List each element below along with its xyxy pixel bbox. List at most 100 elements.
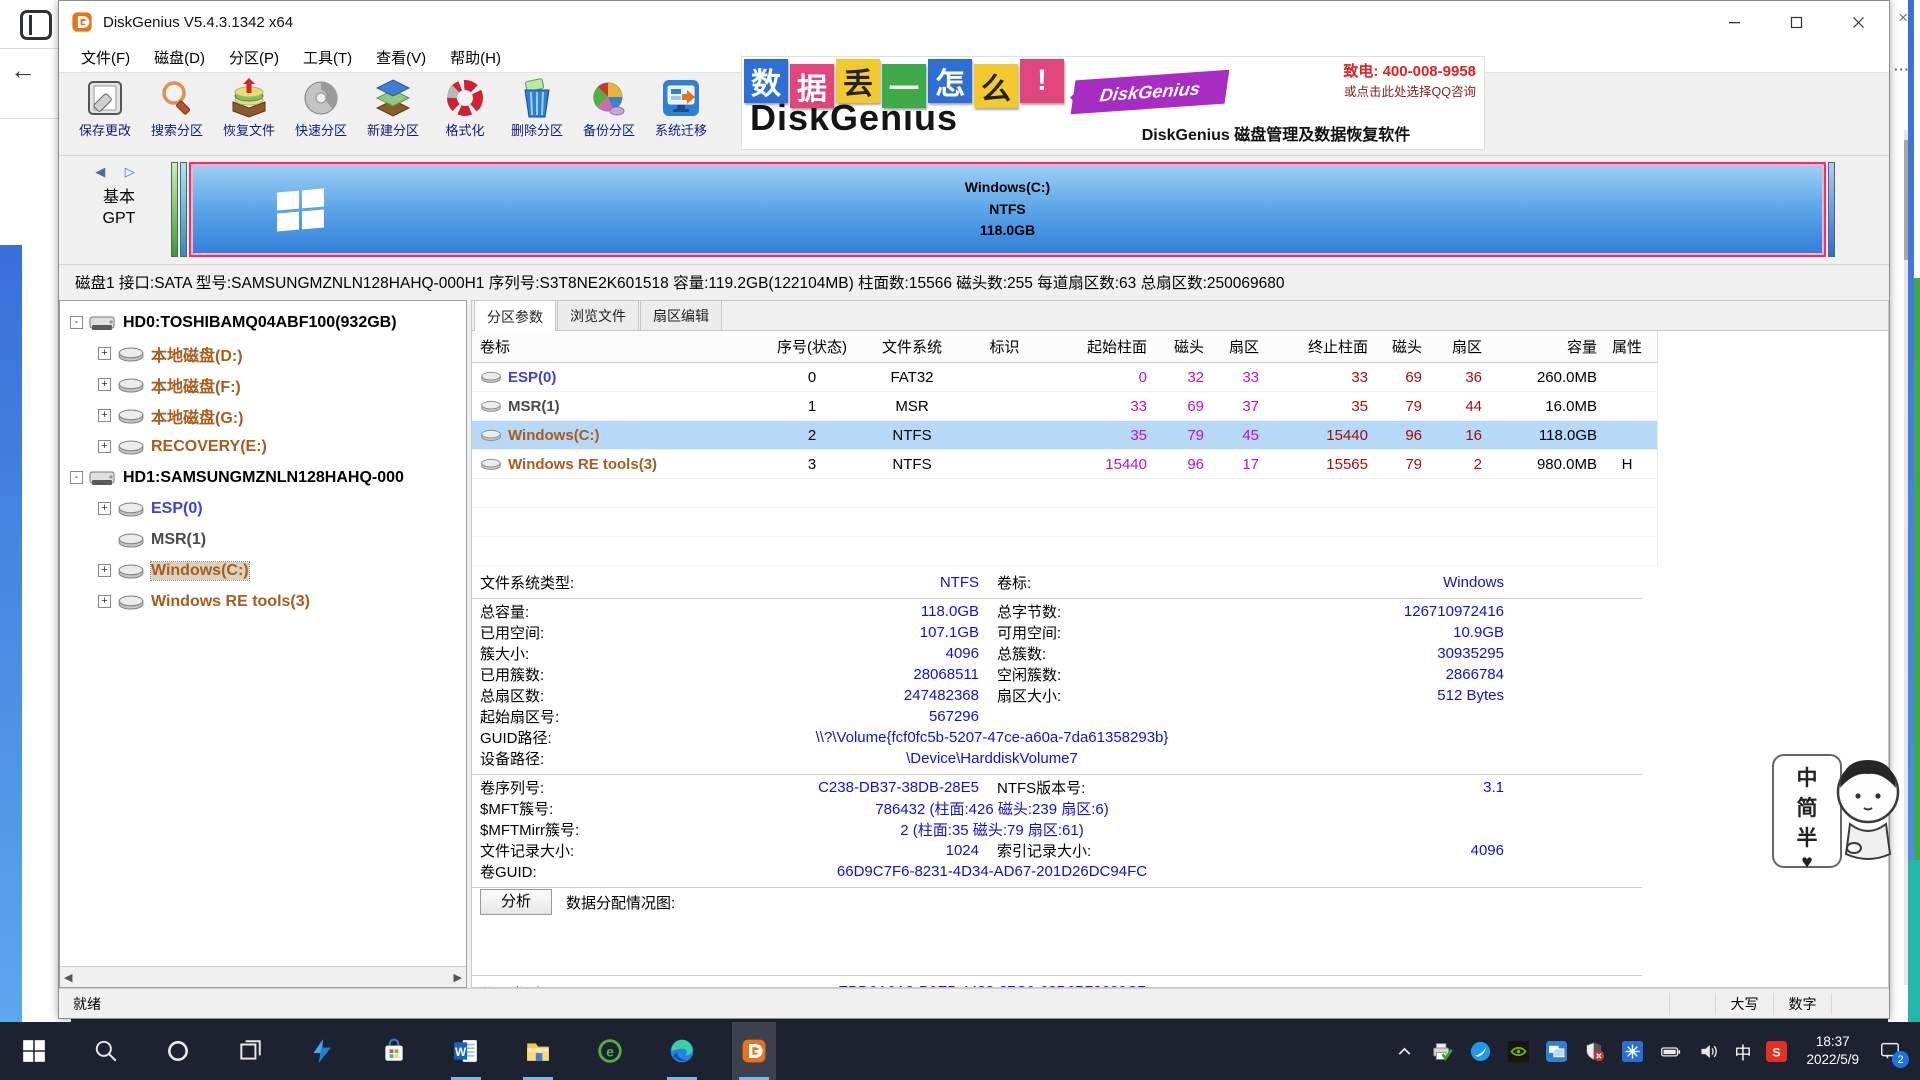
tab[interactable]: 分区参数: [474, 300, 556, 331]
expand-toggle-icon[interactable]: +: [98, 502, 111, 515]
taskbar-app-button[interactable]: e: [588, 1022, 632, 1080]
column-header[interactable]: 文件系统: [872, 336, 952, 357]
toolbar-button[interactable]: 删除分区: [501, 73, 573, 155]
tray-icon[interactable]: [1544, 1039, 1569, 1064]
tray-icon[interactable]: [1430, 1039, 1455, 1064]
disk-tree: - HD0:TOSHIBAMQ04ABF100(932GB) + 本地磁盘(D:…: [60, 301, 466, 617]
expand-toggle-icon[interactable]: +: [98, 595, 111, 608]
toolbar-button[interactable]: 备份分区: [573, 73, 645, 155]
menu-item[interactable]: 帮助(H): [438, 47, 513, 68]
column-header[interactable]: 属性: [1597, 336, 1657, 357]
toolbar-button[interactable]: 恢复文件: [213, 73, 285, 155]
back-arrow-icon[interactable]: ←: [10, 55, 36, 86]
tab[interactable]: 扇区编辑: [640, 300, 722, 330]
detail-row: 总扇区数: 247482368 扇区大小: 512 Bytes: [472, 685, 1642, 706]
scroll-right-icon[interactable]: ▶: [454, 971, 462, 984]
detail-label: 可用空间:: [997, 622, 1147, 643]
sogou-icon[interactable]: S: [1764, 1039, 1789, 1064]
tree-item[interactable]: + 本地磁盘(G:): [60, 400, 466, 431]
partition-segment-windows-c[interactable]: Windows(C:) NTFS 118.0GB: [189, 162, 1826, 257]
tree-item[interactable]: MSR(1): [60, 524, 466, 555]
partition-row[interactable]: MSR(1) 1 MSR 33 69 37 35 79 44 16.0MB: [472, 392, 1658, 421]
toolbar-button[interactable]: 搜索分区: [141, 73, 213, 155]
toolbar-button[interactable]: 新建分区: [357, 73, 429, 155]
horizontal-scrollbar[interactable]: ◀ ▶: [60, 966, 466, 987]
taskbar-app-button[interactable]: [300, 1022, 344, 1080]
taskbar-app-button[interactable]: [732, 1022, 776, 1080]
partition-row[interactable]: Windows(C:) 2 NTFS 35 79 45 15440 96 16 …: [472, 421, 1658, 450]
banner-qq-link[interactable]: 或点击此处选择QQ咨询: [1344, 81, 1476, 100]
window-control-button[interactable]: [1827, 1, 1889, 43]
expand-toggle-icon[interactable]: +: [98, 409, 111, 422]
tray-icon[interactable]: [1582, 1039, 1607, 1064]
taskbar-app-button[interactable]: [372, 1022, 416, 1080]
window-control-button[interactable]: [1765, 1, 1827, 43]
tray-icon[interactable]: [1658, 1039, 1683, 1064]
menu-item[interactable]: 分区(P): [217, 47, 291, 68]
taskbar-app-button[interactable]: [516, 1022, 560, 1080]
taskbar-app-button[interactable]: [84, 1022, 128, 1080]
ime-language-indicator[interactable]: 中: [1734, 1039, 1751, 1064]
tray-icon[interactable]: [1468, 1039, 1493, 1064]
toolbar-button[interactable]: 系统迁移: [645, 73, 717, 155]
promo-banner[interactable]: DiskGenius 数据丢一怎么! DiskGenius 致电: 400-00…: [741, 56, 1485, 150]
detail-row: 卷序列号: C238-DB37-38DB-28E5 NTFS版本号: 3.1: [472, 777, 1642, 798]
column-header[interactable]: 起始柱面: [1057, 336, 1147, 357]
tray-icon[interactable]: [1392, 1039, 1417, 1064]
tree-item[interactable]: + ESP(0): [60, 493, 466, 524]
taskbar-app-button[interactable]: [12, 1022, 56, 1080]
banner-phone: 致电: 400-008-9958: [1343, 60, 1476, 81]
column-header[interactable]: 扇区: [1204, 336, 1259, 357]
tree-item[interactable]: + 本地磁盘(D:): [60, 338, 466, 369]
taskbar-app-button[interactable]: [228, 1022, 272, 1080]
tray-icon[interactable]: [1620, 1039, 1645, 1064]
column-header[interactable]: 磁头: [1147, 336, 1204, 357]
taskbar-clock[interactable]: 18:37 2022/5/9: [1806, 1033, 1859, 1069]
expand-toggle-icon[interactable]: -: [70, 471, 83, 484]
toolbar-button[interactable]: 保存更改: [69, 73, 141, 155]
partition-segment-msr[interactable]: [180, 162, 187, 257]
expand-toggle-icon[interactable]: +: [98, 378, 111, 391]
expand-toggle-icon[interactable]: +: [98, 564, 111, 577]
tree-item[interactable]: - HD0:TOSHIBAMQ04ABF100(932GB): [60, 307, 466, 338]
menu-item[interactable]: 查看(V): [364, 47, 438, 68]
close-icon[interactable]: ×: [1898, 8, 1908, 28]
column-header[interactable]: 扇区: [1422, 336, 1482, 357]
column-header[interactable]: 磁头: [1368, 336, 1422, 357]
expand-toggle-icon[interactable]: +: [98, 440, 111, 453]
window-control-button[interactable]: [1703, 1, 1765, 43]
tree-item[interactable]: + RECOVERY(E:): [60, 431, 466, 462]
toolbar-button[interactable]: 快速分区: [285, 73, 357, 155]
taskbar-app-button[interactable]: [660, 1022, 704, 1080]
menu-item[interactable]: 文件(F): [69, 47, 142, 68]
scroll-left-icon[interactable]: ◀: [64, 971, 72, 984]
expand-toggle-icon[interactable]: -: [70, 316, 83, 329]
tree-item[interactable]: + 本地磁盘(F:): [60, 369, 466, 400]
menu-item[interactable]: 工具(T): [291, 47, 364, 68]
column-header[interactable]: 终止柱面: [1259, 336, 1368, 357]
column-header[interactable]: 序号(状态): [752, 336, 872, 357]
partition-row[interactable]: Windows RE tools(3) 3 NTFS 15440 96 17 1…: [472, 450, 1658, 479]
column-header[interactable]: 卷标: [472, 336, 752, 357]
expand-toggle-icon[interactable]: +: [98, 347, 111, 360]
tree-item[interactable]: - HD1:SAMSUNGMZNLN128HAHQ-000: [60, 462, 466, 493]
toolbar-button[interactable]: 格式化: [429, 73, 501, 155]
partition-segment-re-tools[interactable]: [1828, 162, 1835, 257]
disk-nav-arrows-icon[interactable]: ◀ ▷: [77, 164, 161, 180]
column-header[interactable]: 标识: [952, 336, 1057, 357]
partition-row[interactable]: ESP(0) 0 FAT32 0 32 33 33 69 36 260.0MB: [472, 363, 1658, 392]
taskbar-app-button[interactable]: [156, 1022, 200, 1080]
tray-icon[interactable]: [1506, 1039, 1531, 1064]
toolbar-button-label: 恢复文件: [223, 120, 275, 139]
tray-icon[interactable]: [1696, 1039, 1721, 1064]
tree-item[interactable]: + Windows(C:): [60, 555, 466, 586]
tab[interactable]: 浏览文件: [557, 300, 639, 330]
partition-segment-esp[interactable]: [171, 162, 178, 257]
column-header[interactable]: 容量: [1482, 336, 1597, 357]
tree-item[interactable]: + Windows RE tools(3): [60, 586, 466, 617]
taskbar-app-button[interactable]: W: [444, 1022, 488, 1080]
menu-item[interactable]: 磁盘(D): [142, 47, 217, 68]
action-center-button[interactable]: 2: [1876, 1037, 1904, 1065]
ime-status-widget[interactable]: 中简半 ♥: [1772, 750, 1900, 874]
analyze-button[interactable]: 分析: [480, 889, 552, 915]
